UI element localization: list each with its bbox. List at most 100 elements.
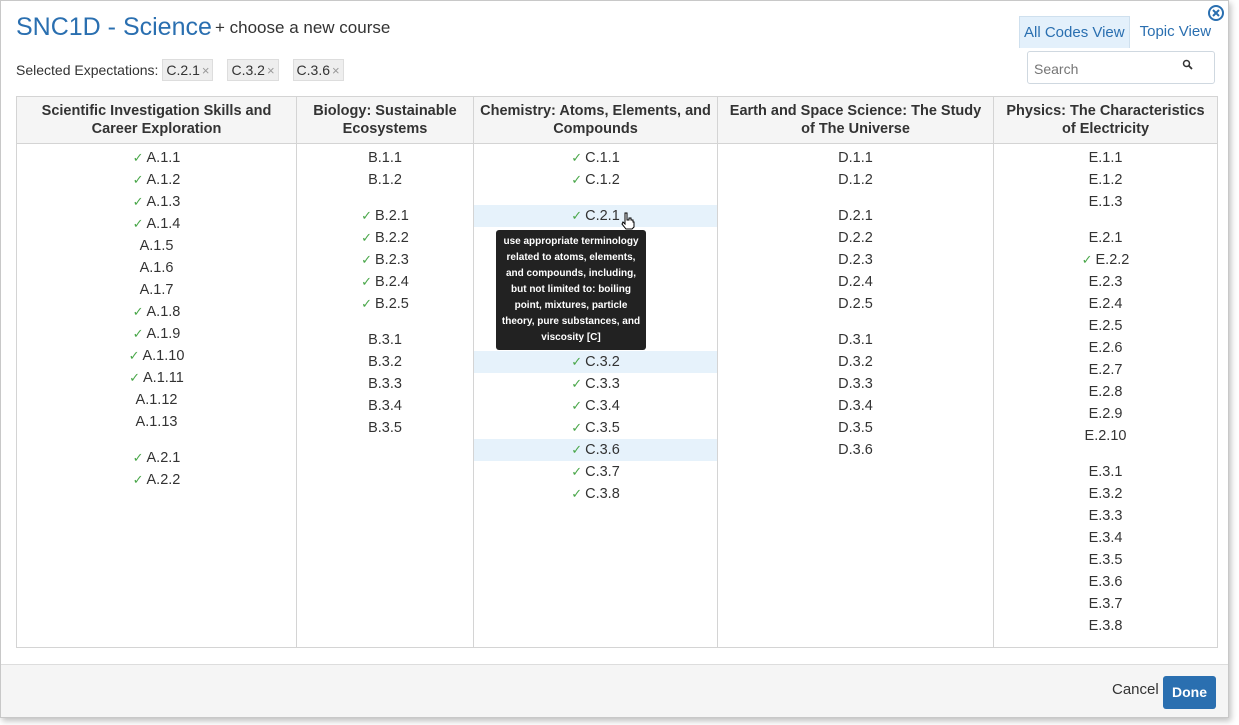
expectation-code-row[interactable]: A.1.12 [17,389,296,411]
choose-course-link[interactable]: + choose a new course [215,18,390,38]
expectation-code-row[interactable]: E.3.4 [994,527,1217,549]
expectation-code-row[interactable]: ✓ A.1.11 [17,367,296,389]
expectation-code-row[interactable]: E.2.4 [994,293,1217,315]
expectation-code-row[interactable]: D.3.1 [718,329,993,351]
expectation-code-row[interactable]: ✓ C.3.2 [474,351,717,373]
column-strand-c: Chemistry: Atoms, Elements, and Compound… [474,97,718,647]
expectation-code-row[interactable]: D.1.1 [718,147,993,169]
expectation-code-row[interactable]: E.3.7 [994,593,1217,615]
expectation-code-row[interactable]: ✓ C.3.8 [474,483,717,505]
expectation-code-row[interactable]: ✓ A.1.4 [17,213,296,235]
expectation-code-row[interactable]: E.3.1 [994,461,1217,483]
expectation-code-row[interactable]: D.3.3 [718,373,993,395]
hand-pointer-icon [621,212,635,230]
remove-chip-icon[interactable]: × [267,63,275,78]
expectation-code-row[interactable]: D.3.2 [718,351,993,373]
expectation-code-row[interactable]: B.1.1 [297,147,473,169]
expectation-code-row[interactable]: ✓ A.1.2 [17,169,296,191]
expectation-code-row[interactable]: A.1.13 [17,411,296,433]
expectation-code-row[interactable]: ✓ C.1.2 [474,169,717,191]
expectation-code-row[interactable]: A.1.6 [17,257,296,279]
expectation-code-row[interactable]: B.3.5 [297,417,473,439]
expectation-code: A.1.9 [146,326,181,342]
expectation-code-row[interactable]: ✓ B.2.3 [297,249,473,271]
tab-topic-view[interactable]: Topic View [1136,16,1215,48]
expectation-code-row[interactable]: E.3.2 [994,483,1217,505]
expectation-code-row[interactable]: D.3.6 [718,439,993,461]
expectation-code-row[interactable]: E.1.3 [994,191,1217,213]
search-input[interactable] [1032,60,1186,78]
expectation-code-row[interactable]: ✓ C.3.3 [474,373,717,395]
column-body: E.1.1 E.1.2 E.1.3 E.2.1 ✓ E.2.2 E.2.3 E.2.4 E.2.… [994,144,1217,637]
expectation-code-row[interactable]: D.3.4 [718,395,993,417]
expectation-code-row[interactable]: E.3.5 [994,549,1217,571]
expectation-code-row[interactable]: ✓ A.1.1 [17,147,296,169]
expectation-code-row[interactable]: E.1.2 [994,169,1217,191]
expectation-code-row[interactable]: E.2.8 [994,381,1217,403]
check-icon: ✓ [361,208,373,223]
expectation-code-row[interactable]: ✓ A.1.9 [17,323,296,345]
expectation-code-row[interactable]: A.1.7 [17,279,296,301]
expectation-code-row[interactable]: B.1.2 [297,169,473,191]
expectation-code-row[interactable]: A.1.5 [17,235,296,257]
expectation-code: C.1.2 [585,172,620,188]
remove-chip-icon[interactable]: × [202,63,210,78]
expectation-code: D.3.2 [838,354,873,370]
expectation-code-row[interactable]: D.2.4 [718,271,993,293]
expectation-code-row[interactable]: D.3.5 [718,417,993,439]
expectation-code-row[interactable]: D.2.3 [718,249,993,271]
expectation-code-row[interactable]: E.2.10 [994,425,1217,447]
expectation-code: E.2.5 [1088,318,1123,334]
expectation-code-row[interactable]: B.3.4 [297,395,473,417]
expectation-code-row[interactable]: ✓ B.2.4 [297,271,473,293]
check-icon: ✓ [571,208,583,223]
expectation-code-row[interactable]: D.2.2 [718,227,993,249]
expectation-code-row[interactable]: ✓ A.2.2 [17,469,296,491]
column-body: B.1.1 B.1.2 ✓ B.2.1 ✓ B.2.2 ✓ B.2.3 ✓ B.2.4 ✓ B.2.5… [297,144,473,439]
expectation-code-row[interactable]: ✓ A.2.1 [17,447,296,469]
expectation-code-row[interactable]: ✓ E.2.2 [994,249,1217,271]
expectation-code-row[interactable]: ✓ A.1.8 [17,301,296,323]
expectation-code-row[interactable]: E.3.8 [994,615,1217,637]
expectation-code-row[interactable]: ✓ C.2.1 [474,205,717,227]
search-icon[interactable] [1182,59,1194,71]
group-gap [994,213,1217,227]
expectation-code-row[interactable]: D.2.1 [718,205,993,227]
expectation-code-row[interactable]: E.2.3 [994,271,1217,293]
expectation-code-row[interactable]: E.2.6 [994,337,1217,359]
expectation-code-row[interactable]: ✓ B.2.5 [297,293,473,315]
expectation-code: C.3.5 [585,420,620,436]
expectation-code-row[interactable]: E.2.1 [994,227,1217,249]
remove-chip-icon[interactable]: × [332,63,340,78]
expectation-code-row[interactable]: E.2.9 [994,403,1217,425]
expectation-code: B.2.4 [375,274,409,290]
expectation-code-row[interactable]: B.3.3 [297,373,473,395]
expectation-code-row[interactable]: E.2.5 [994,315,1217,337]
expectation-code-row[interactable]: D.2.5 [718,293,993,315]
expectation-code-row[interactable]: E.2.7 [994,359,1217,381]
expectation-code-row[interactable]: ✓ C.3.5 [474,417,717,439]
cancel-button[interactable]: Cancel [1112,681,1159,698]
expectation-code-row[interactable]: B.3.1 [297,329,473,351]
expectation-code-row[interactable]: ✓ B.2.2 [297,227,473,249]
expectation-code-row[interactable]: E.1.1 [994,147,1217,169]
expectation-code-row[interactable]: ✓ C.3.7 [474,461,717,483]
expectation-code-row[interactable]: ✓ C.3.4 [474,395,717,417]
expectation-code-row[interactable]: E.3.3 [994,505,1217,527]
expectation-code-row[interactable]: ✓ B.2.1 [297,205,473,227]
tab-all-codes-view[interactable]: All Codes View [1019,16,1130,48]
column-strand-d: Earth and Space Science: The Study of Th… [718,97,994,647]
column-body: D.1.1 D.1.2 D.2.1 D.2.2 D.2.3 D.2.4 D.2.5 D.3.1… [718,144,993,461]
expectation-code-row[interactable]: ✓ C.3.6 [474,439,717,461]
column-header: Earth and Space Science: The Study of Th… [718,97,993,144]
expectation-code-row[interactable]: ✓ A.1.3 [17,191,296,213]
expectation-code-row[interactable]: B.3.2 [297,351,473,373]
expectation-code: E.3.3 [1088,508,1123,524]
expectation-code-row[interactable]: D.1.2 [718,169,993,191]
expectation-code-row[interactable]: ✓ C.1.1 [474,147,717,169]
expectation-code: A.1.4 [146,216,181,232]
done-button[interactable]: Done [1163,676,1216,709]
expectation-code-row[interactable]: E.3.6 [994,571,1217,593]
expectation-code-row[interactable]: ✓ A.1.10 [17,345,296,367]
check-icon: ✓ [571,464,583,479]
